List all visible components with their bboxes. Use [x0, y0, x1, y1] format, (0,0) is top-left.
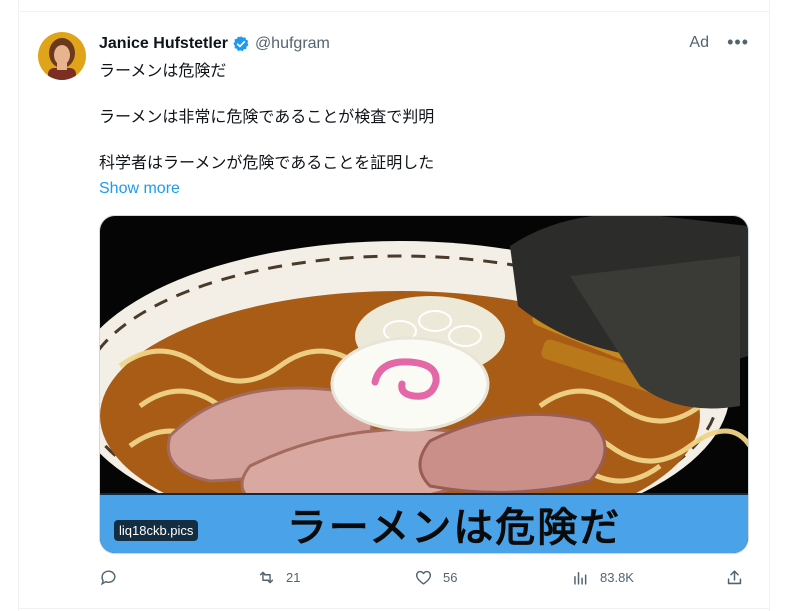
retweet-button[interactable]: 21 — [257, 568, 300, 587]
author-handle[interactable]: @hufgram — [255, 35, 330, 53]
tweet-media-card[interactable]: ラーメンは危険だ liq18ckb.pics — [99, 215, 749, 554]
retweet-count: 21 — [286, 570, 301, 585]
show-more-link[interactable]: Show more — [99, 178, 180, 200]
retweet-icon — [259, 571, 274, 584]
views-icon — [574, 571, 587, 585]
share-icon — [727, 570, 742, 585]
reply-button[interactable] — [99, 568, 128, 587]
action-bar: 21 56 83.8K — [99, 568, 747, 592]
author-name[interactable]: Janice Hufstetler — [99, 35, 228, 53]
tweet-text-line-1: ラーメンは危険だ — [99, 63, 227, 80]
like-count: 56 — [443, 570, 458, 585]
verified-badge-icon — [232, 35, 250, 53]
like-button[interactable]: 56 — [414, 568, 457, 587]
banner-text: ラーメンは危険だ — [286, 505, 622, 551]
like-icon — [415, 570, 432, 585]
timeline-column: Janice Hufstetler @hufgram Ad ••• ラーメンは危… — [18, 0, 770, 611]
ad-label: Ad — [689, 34, 709, 51]
tweet-header: Janice Hufstetler @hufgram Ad ••• — [99, 32, 749, 55]
views-button[interactable]: 83.8K — [571, 568, 634, 587]
avatar[interactable] — [38, 32, 86, 80]
more-icon[interactable]: ••• — [727, 32, 749, 53]
divider — [19, 11, 769, 12]
tweet-text-line-3: 科学者はラーメンが危険であることを証明した — [99, 155, 435, 172]
reply-icon — [100, 570, 116, 586]
tweet-text-line-2: ラーメンは非常に危険であることが検査で判明 — [99, 109, 435, 126]
link-domain-chip[interactable]: liq18ckb.pics — [114, 520, 199, 541]
share-button[interactable] — [725, 568, 744, 587]
divider — [19, 608, 769, 609]
view-count: 83.8K — [600, 570, 634, 585]
